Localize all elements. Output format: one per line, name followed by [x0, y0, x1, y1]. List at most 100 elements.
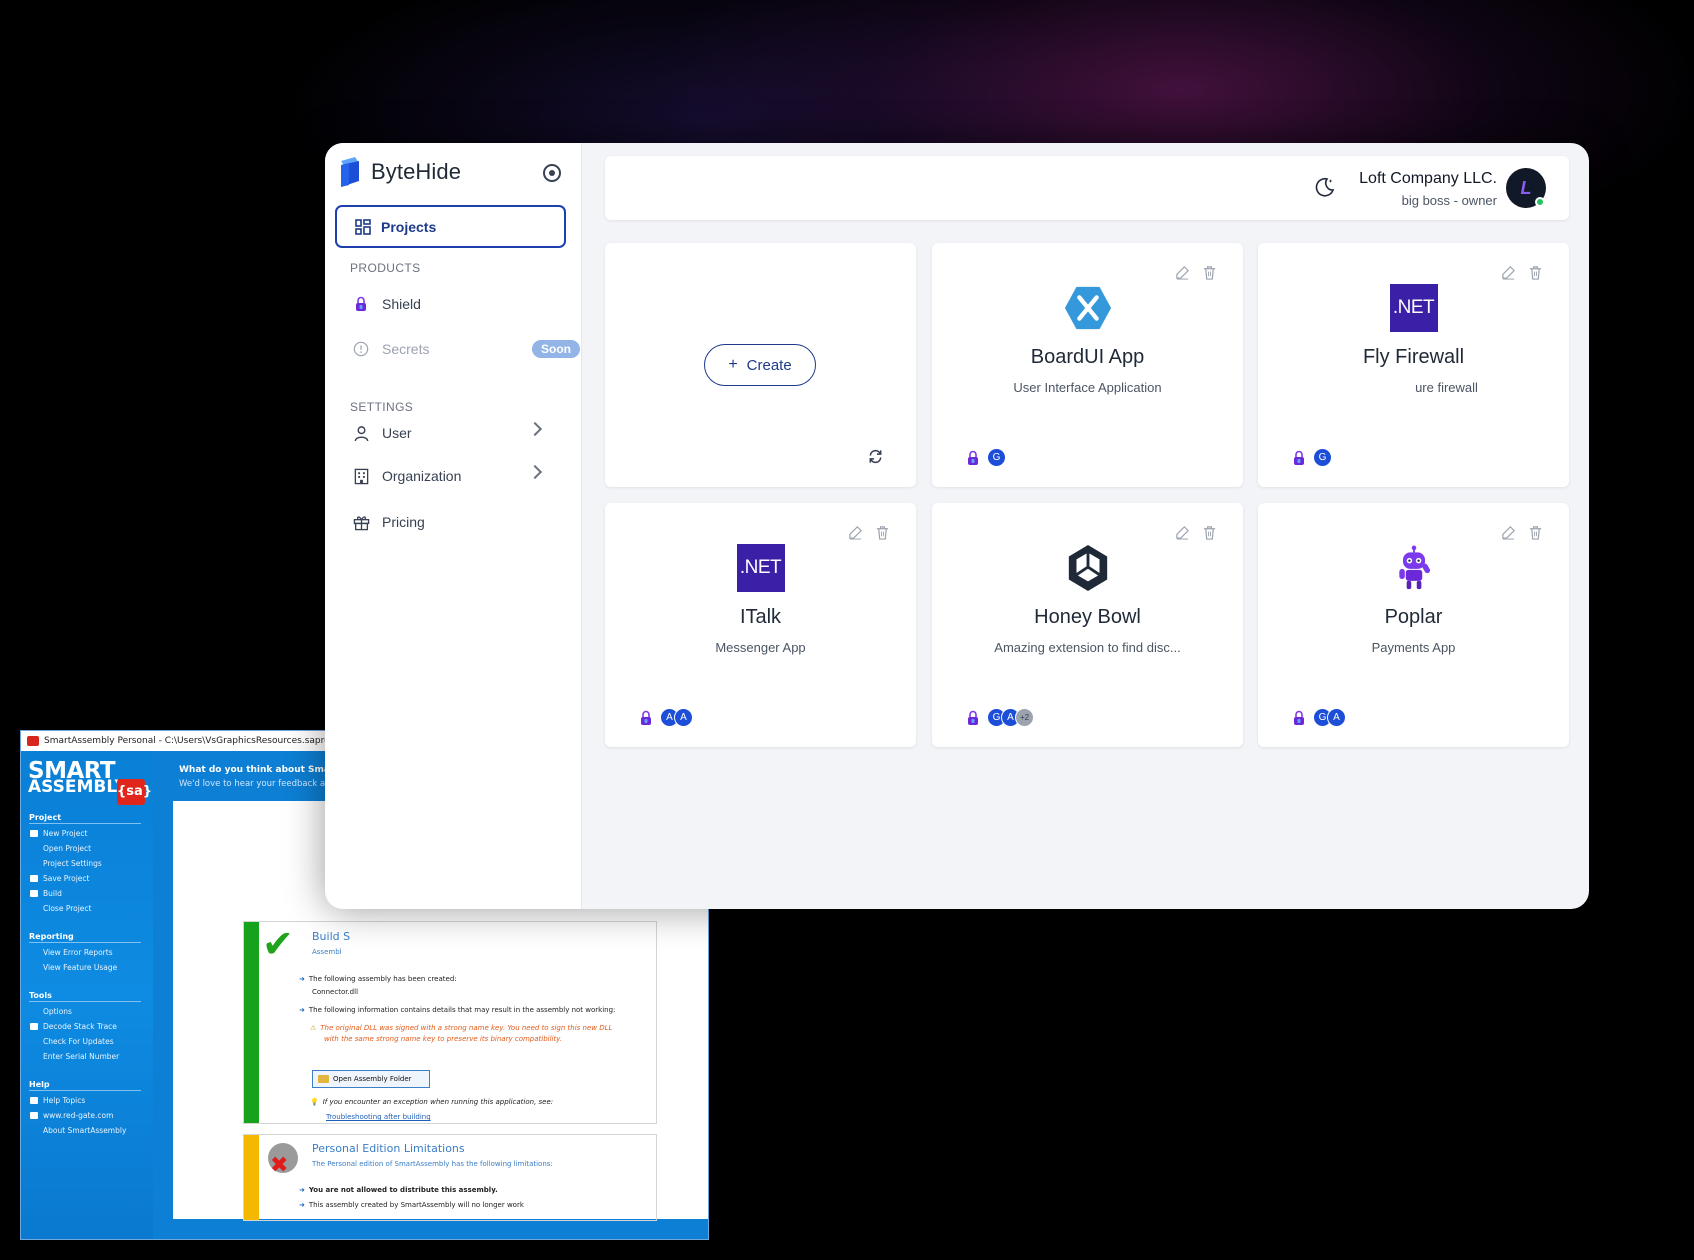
- trash-icon[interactable]: [1202, 265, 1217, 280]
- sa-build-title: Build S: [312, 930, 351, 943]
- sa-enter-serial[interactable]: Enter Serial Number: [29, 1049, 153, 1064]
- project-members: G: [1292, 448, 1332, 467]
- sidebar-item-secrets[interactable]: Secrets Soon: [352, 334, 580, 364]
- sa-save-project[interactable]: Save Project: [29, 871, 153, 886]
- arrow-icon: ➜: [299, 1201, 305, 1209]
- gift-icon: [352, 513, 370, 531]
- open-assembly-folder-button[interactable]: Open Assembly Folder: [312, 1070, 430, 1088]
- edit-icon[interactable]: [1501, 265, 1516, 280]
- avatar-letter: L: [1520, 177, 1532, 198]
- project-description: ure firewall: [1415, 380, 1478, 395]
- user-label: User: [382, 425, 412, 441]
- sa-section-title: Tools: [29, 991, 141, 1002]
- card-actions: [1501, 525, 1543, 540]
- trash-icon[interactable]: [1202, 525, 1217, 540]
- projects-button[interactable]: Projects: [335, 205, 566, 248]
- project-card[interactable]: Poplar Payments App G A: [1258, 503, 1569, 747]
- member-chip: G: [987, 448, 1006, 467]
- avatar[interactable]: L: [1506, 168, 1546, 208]
- sa-section-reporting: Reporting View Error Reports View Featur…: [21, 932, 153, 975]
- sa-created-line: ➜ The following assembly has been created…: [299, 975, 457, 983]
- top-bar: Loft Company LLC. big boss - owner L: [605, 156, 1569, 220]
- sa-check-for-updates[interactable]: Check For Updates: [29, 1034, 153, 1049]
- user-role: big boss - owner: [1401, 193, 1497, 208]
- troubleshooting-link[interactable]: Troubleshooting after building: [326, 1113, 431, 1121]
- company-name: Loft Company LLC.: [1359, 170, 1497, 187]
- info-circle-icon: [352, 340, 370, 358]
- project-title: Honey Bowl: [1034, 606, 1141, 628]
- sa-build[interactable]: Build: [29, 886, 153, 901]
- project-card[interactable]: BoardUI App User Interface Application G: [932, 243, 1243, 487]
- shield-lock-icon: [1294, 710, 1304, 725]
- project-description: Payments App: [1371, 640, 1456, 655]
- sa-build-panel: ✔ Build S Assembl ➜ The following assembl…: [243, 921, 657, 1124]
- bytehide-logo-icon: [341, 157, 359, 187]
- sa-close-project[interactable]: Close Project: [29, 901, 153, 916]
- trash-icon[interactable]: [875, 525, 890, 540]
- globe-icon: [30, 1112, 38, 1119]
- robot-logo-icon: [1389, 543, 1439, 593]
- sa-file-name: Connector.dll: [312, 988, 359, 996]
- member-chip: A: [674, 708, 693, 727]
- sidebar-item-user[interactable]: User: [352, 418, 562, 448]
- sa-help-topics[interactable]: Help Topics: [29, 1093, 153, 1108]
- project-card[interactable]: .NET ITalk Messenger App A A: [605, 503, 916, 747]
- sa-options[interactable]: Options: [29, 1004, 153, 1019]
- edit-icon[interactable]: [1175, 525, 1190, 540]
- project-members: A A: [639, 708, 693, 727]
- project-card[interactable]: Honey Bowl Amazing extension to find dis…: [932, 503, 1243, 747]
- help-icon: [30, 1097, 38, 1104]
- sa-warning-1: ⚠ The original DLL was signed with a stro…: [310, 1024, 613, 1032]
- plus-icon: +: [728, 356, 738, 373]
- save-icon: [30, 875, 38, 882]
- theme-moon-icon[interactable]: [1314, 176, 1336, 198]
- record-toggle-icon[interactable]: [543, 164, 561, 182]
- sa-limits-sub: The Personal edition of SmartAssembly ha…: [312, 1160, 553, 1168]
- sa-sidebar: SMART ASSEMBLY {sa} Project New Project …: [21, 751, 153, 1239]
- sa-section-project: Project New Project Open Project Project…: [21, 813, 153, 916]
- account-info[interactable]: Loft Company LLC. big boss - owner: [1359, 170, 1497, 208]
- chevron-right-icon: [527, 464, 543, 480]
- edit-icon[interactable]: [1501, 525, 1516, 540]
- arrow-icon: ➜: [299, 975, 305, 983]
- building-icon: [352, 467, 370, 485]
- user-icon: [352, 424, 370, 442]
- card-actions: [1501, 265, 1543, 280]
- projects-label: Projects: [381, 218, 437, 235]
- sa-project-settings[interactable]: Project Settings: [29, 856, 153, 871]
- sa-build-sub: Assembl: [312, 948, 342, 956]
- sidebar-item-shield[interactable]: Shield: [352, 289, 562, 319]
- sa-open-project[interactable]: Open Project: [29, 841, 153, 856]
- create-project-card: + Create: [605, 243, 916, 487]
- shield-label: Shield: [382, 296, 421, 312]
- trash-icon[interactable]: [1528, 265, 1543, 280]
- trash-icon[interactable]: [1528, 525, 1543, 540]
- project-members: G: [966, 448, 1006, 467]
- edit-icon[interactable]: [1175, 265, 1190, 280]
- project-description: Amazing extension to find disc...: [994, 640, 1181, 655]
- sa-about[interactable]: About SmartAssembly: [29, 1123, 153, 1138]
- project-card[interactable]: .NET Fly Firewall ure firewall G: [1258, 243, 1569, 487]
- sa-website-link[interactable]: www.red-gate.com: [29, 1108, 153, 1123]
- dotnet-logo-text: .NET: [1389, 284, 1438, 332]
- refresh-icon[interactable]: [867, 448, 884, 465]
- dotnet-logo-text: .NET: [736, 544, 785, 592]
- unity-logo-icon: [1063, 543, 1113, 593]
- sa-view-feature-usage[interactable]: View Feature Usage: [29, 960, 153, 975]
- shield-lock-icon: [968, 450, 978, 465]
- project-title: ITalk: [739, 606, 782, 628]
- sa-new-project[interactable]: New Project: [29, 826, 153, 841]
- edit-icon[interactable]: [848, 525, 863, 540]
- sidebar: ByteHide Projects PRODUCTS Shield Secret…: [325, 143, 582, 909]
- brand[interactable]: ByteHide: [339, 157, 461, 187]
- sidebar-item-pricing[interactable]: Pricing: [352, 507, 562, 537]
- sa-view-error-reports[interactable]: View Error Reports: [29, 945, 153, 960]
- online-status-dot: [1535, 197, 1545, 207]
- create-button[interactable]: + Create: [704, 344, 816, 386]
- organization-label: Organization: [382, 468, 462, 484]
- project-members: G A: [1292, 708, 1346, 727]
- sidebar-item-organization[interactable]: Organization: [352, 461, 562, 491]
- sa-decode-stack-trace[interactable]: Decode Stack Trace: [29, 1019, 153, 1034]
- project-title: Poplar: [1384, 606, 1443, 628]
- sa-window-title: SmartAssembly Personal - C:\Users\VsGrap…: [44, 736, 333, 746]
